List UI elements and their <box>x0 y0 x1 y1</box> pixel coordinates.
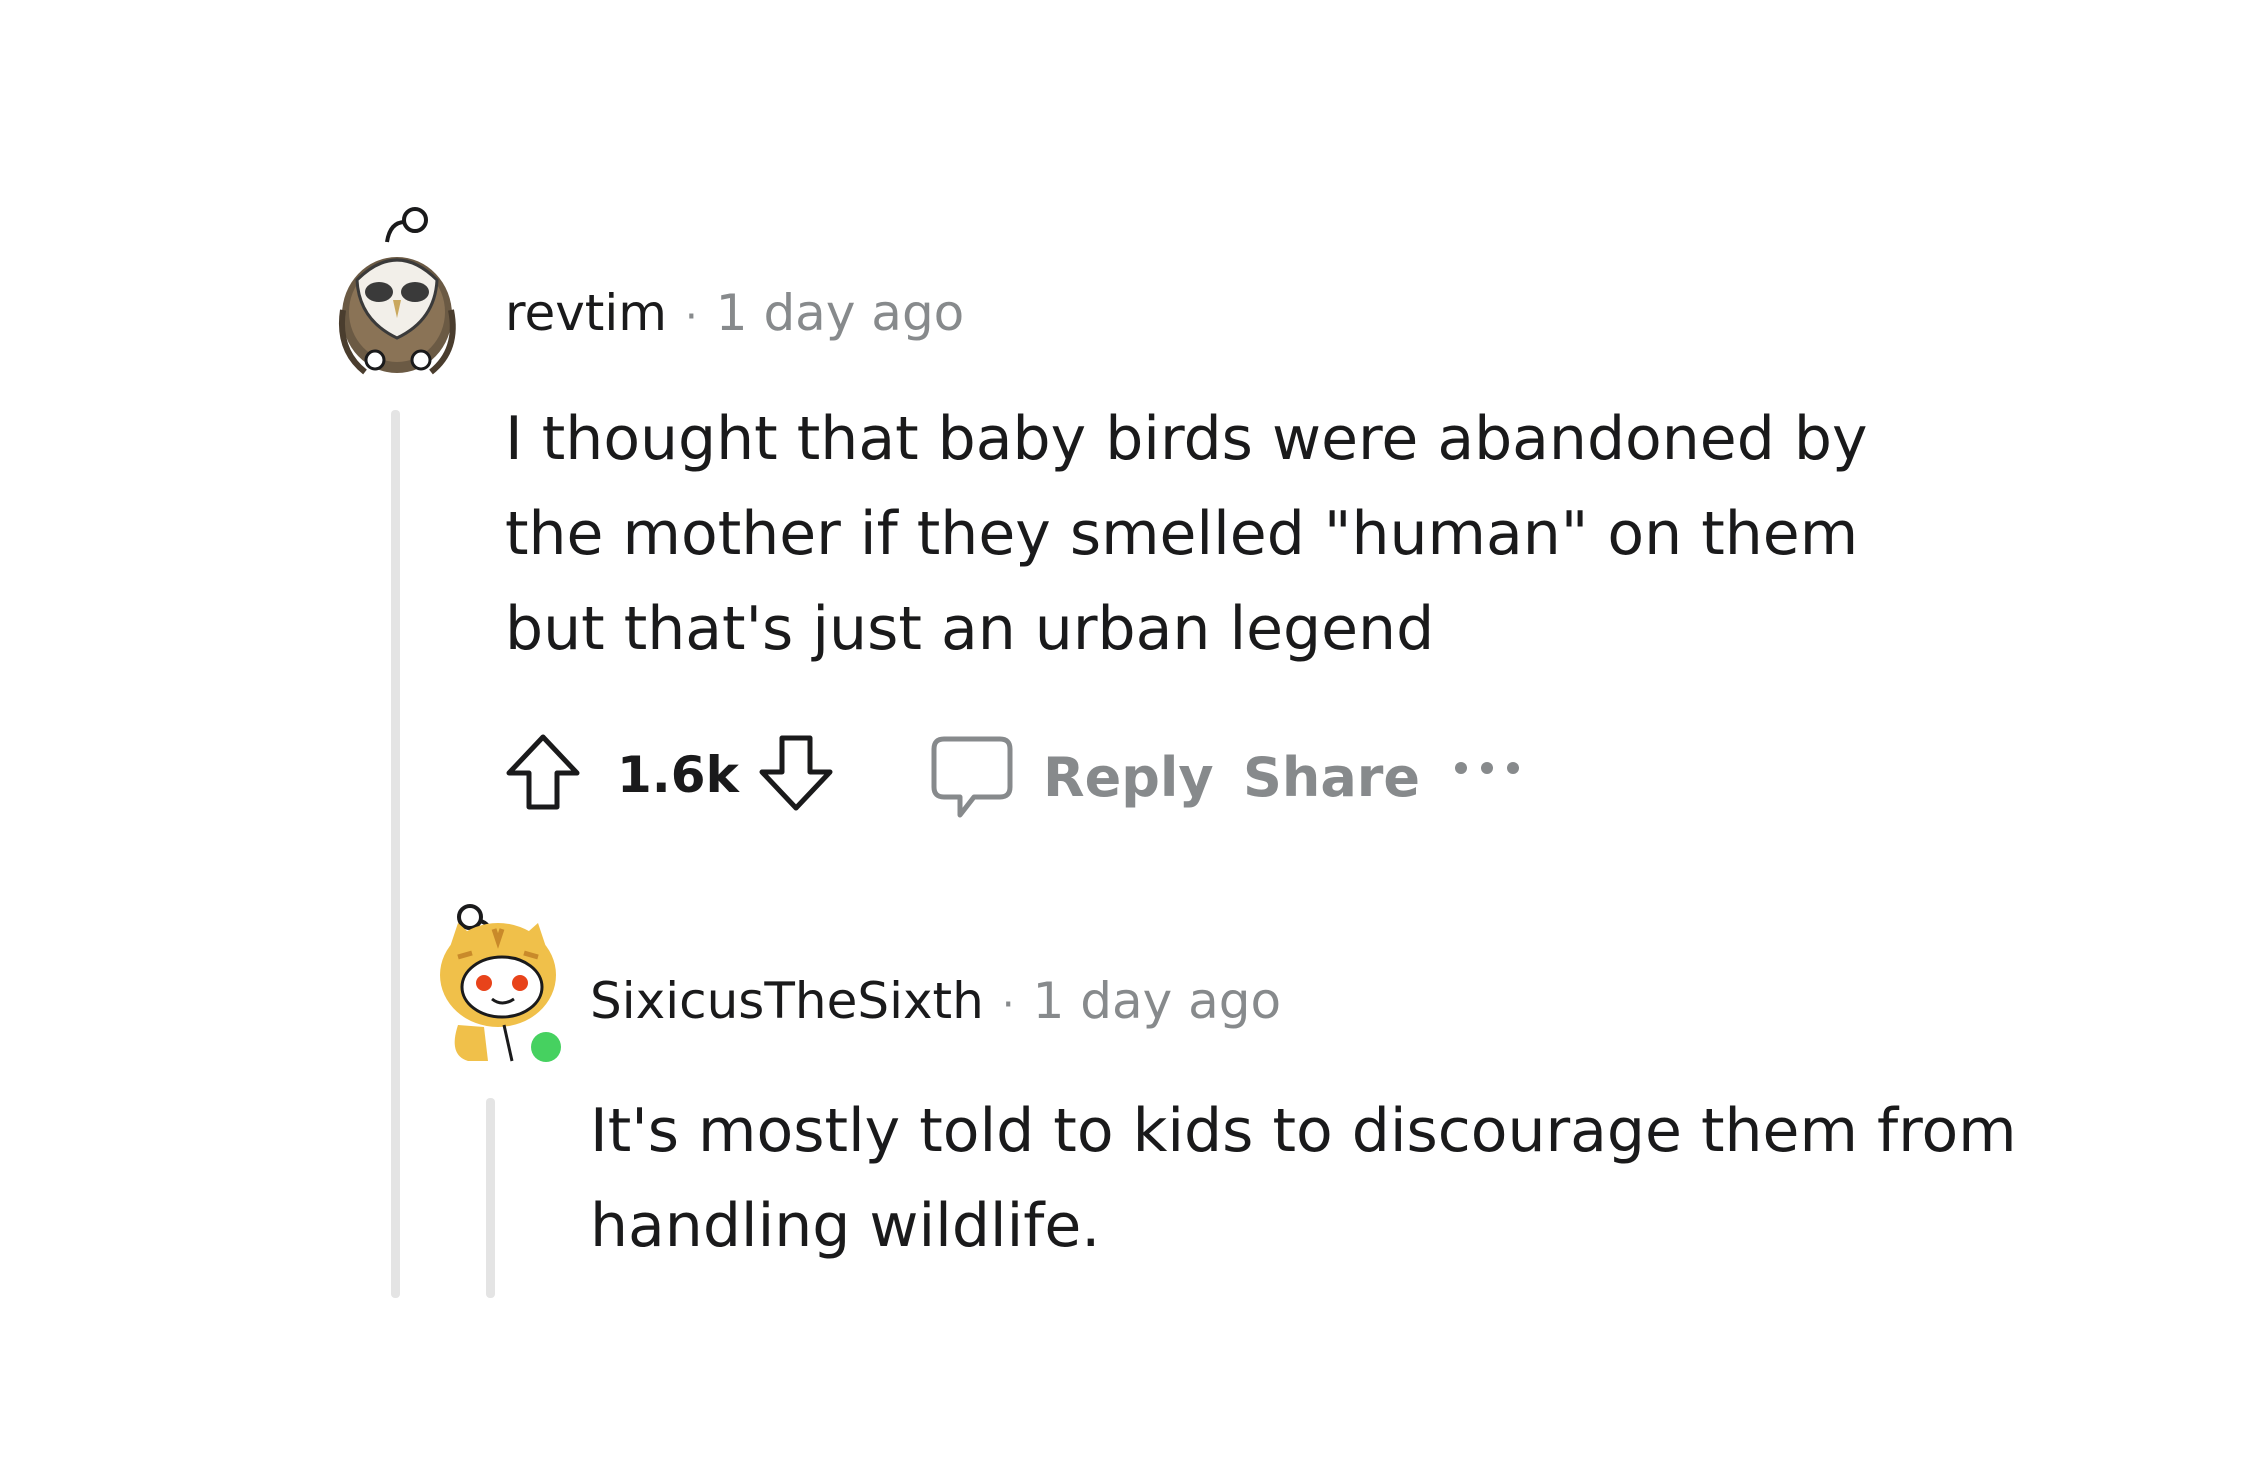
comment-timestamp[interactable]: 1 day ago <box>716 284 965 342</box>
reply-timestamp[interactable]: 1 day ago <box>1033 972 1282 1030</box>
owl-avatar-icon[interactable] <box>335 200 465 380</box>
meta-separator: · <box>1001 982 1015 1028</box>
thread-line[interactable] <box>391 410 400 1298</box>
tiger-avatar-icon[interactable] <box>428 895 568 1067</box>
comment-body: I thought that baby birds were abandoned… <box>505 404 1868 664</box>
comment-author[interactable]: revtim <box>505 284 667 342</box>
reply-meta: SixicusTheSixth · 1 day ago <box>590 976 1281 1026</box>
reply-thread-line[interactable] <box>486 1098 495 1298</box>
meta-separator: · <box>685 294 698 340</box>
reply-body: It's mostly told to kids to discourage t… <box>590 1096 2017 1261</box>
share-button[interactable]: Share <box>1243 751 1420 805</box>
downvote-icon[interactable] <box>758 732 834 812</box>
reply-author[interactable]: SixicusTheSixth <box>590 972 984 1030</box>
online-status-icon <box>531 1032 561 1062</box>
comment-meta: revtim · 1 day ago <box>505 288 964 338</box>
more-options-icon[interactable] <box>1451 758 1523 778</box>
reply-bubble-icon[interactable] <box>930 735 1015 821</box>
vote-count: 1.6k <box>617 746 739 804</box>
upvote-icon[interactable] <box>505 733 581 813</box>
reply-button[interactable]: Reply <box>1043 751 1214 805</box>
